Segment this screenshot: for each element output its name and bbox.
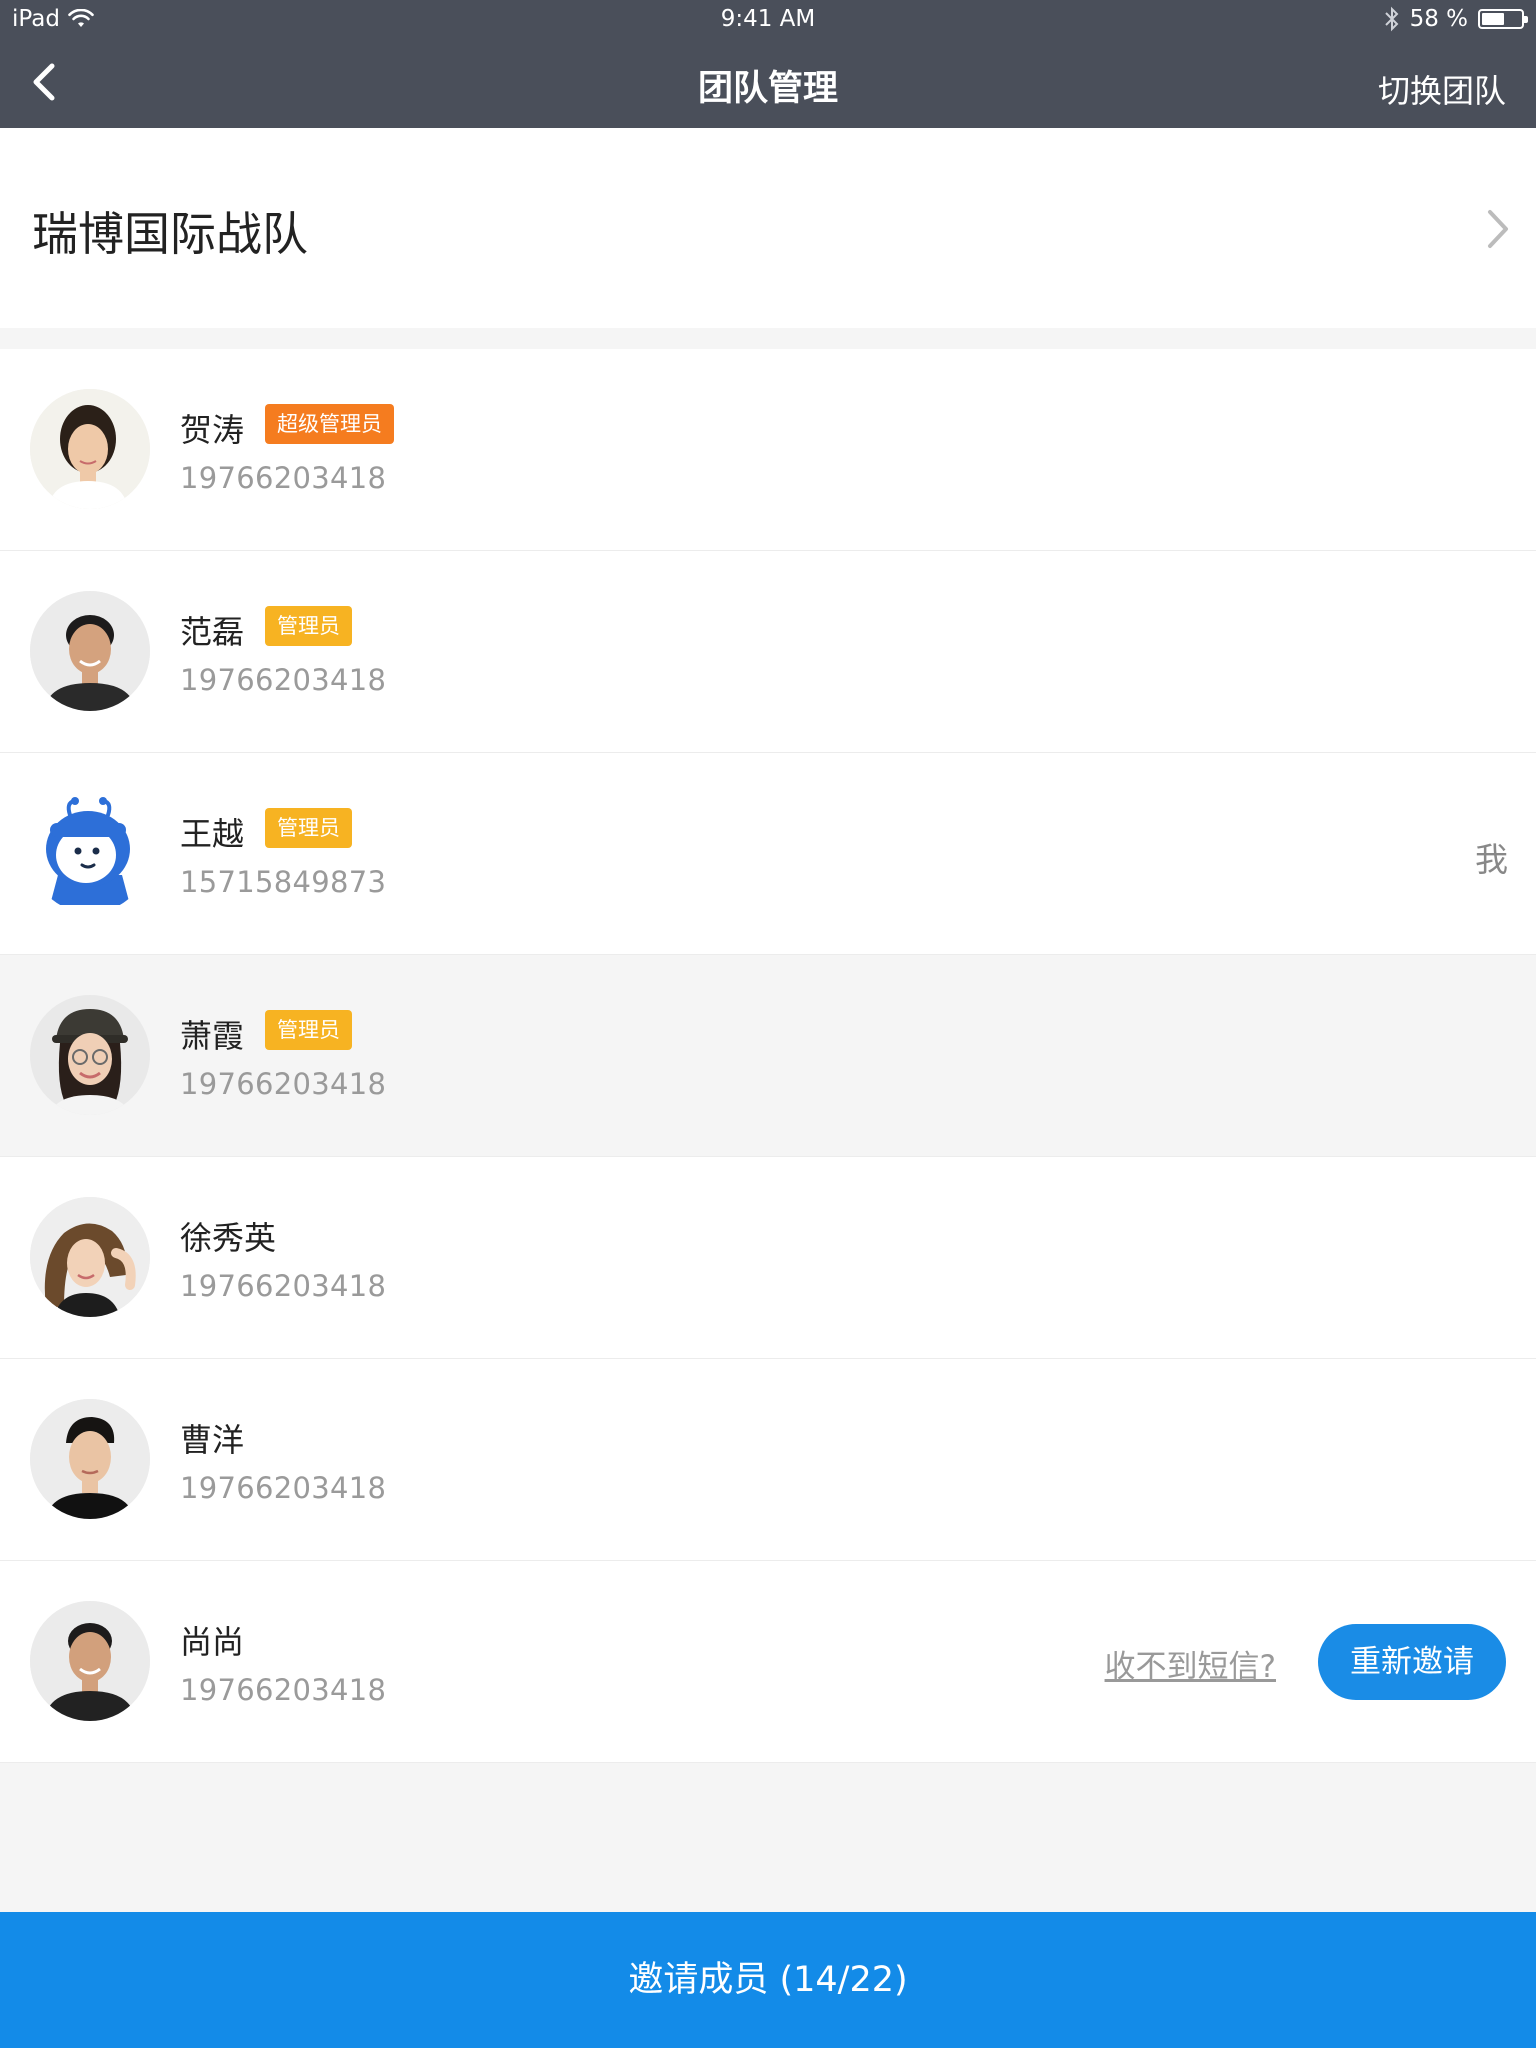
team-name: 瑞博国际战队 <box>32 207 308 261</box>
member-name: 贺涛 <box>180 411 245 449</box>
team-management-screen: iPad 9:41 AM 58 % 团队管理 切换团队 瑞博国际战队 贺涛 超级… <box>0 0 1536 2048</box>
avatar <box>30 793 150 913</box>
back-chevron-icon[interactable] <box>22 58 70 106</box>
nav-bar: 团队管理 切换团队 <box>0 40 1536 128</box>
member-name: 王越 <box>180 815 245 853</box>
reinvite-button[interactable]: 重新邀请 <box>1318 1624 1506 1700</box>
member-row[interactable]: 曹洋 19766203418 <box>0 1359 1536 1561</box>
team-row[interactable]: 瑞博国际战队 <box>0 128 1536 328</box>
bluetooth-icon <box>1384 6 1398 32</box>
battery-percent: 58 % <box>1409 6 1468 32</box>
member-phone: 19766203418 <box>180 461 387 495</box>
member-name: 范磊 <box>180 613 245 651</box>
avatar <box>30 591 150 711</box>
status-time: 9:41 AM <box>720 6 816 32</box>
member-phone: 19766203418 <box>180 1269 387 1303</box>
role-badge: 管理员 <box>265 606 352 646</box>
top-bar: iPad 9:41 AM 58 % 团队管理 切换团队 <box>0 0 1536 128</box>
avatar <box>30 389 150 509</box>
member-row[interactable]: 尚尚 19766203418 收不到短信? 重新邀请 <box>0 1561 1536 1763</box>
member-phone: 19766203418 <box>180 1471 387 1505</box>
member-row[interactable]: 贺涛 超级管理员 19766203418 <box>0 349 1536 551</box>
member-phone: 15715849873 <box>180 865 387 899</box>
member-name: 徐秀英 <box>180 1219 277 1257</box>
member-row[interactable]: 萧霞 管理员 19766203418 <box>0 955 1536 1157</box>
chevron-right-icon <box>1488 210 1508 248</box>
role-badge: 管理员 <box>265 1010 352 1050</box>
me-label: 我 <box>1475 840 1508 879</box>
switch-team-button[interactable]: 切换团队 <box>1378 66 1506 112</box>
member-list: 贺涛 超级管理员 19766203418 范磊 管理员 19766203418 <box>0 349 1536 1763</box>
member-row[interactable]: 王越 管理员 15715849873 我 <box>0 753 1536 955</box>
member-name: 曹洋 <box>180 1421 245 1459</box>
member-row[interactable]: 徐秀英 19766203418 <box>0 1157 1536 1359</box>
avatar <box>30 1197 150 1317</box>
member-name: 尚尚 <box>180 1623 245 1661</box>
member-phone: 19766203418 <box>180 663 387 697</box>
battery-icon <box>1478 9 1528 29</box>
member-phone: 19766203418 <box>180 1673 387 1707</box>
avatar <box>30 1399 150 1519</box>
member-phone: 19766203418 <box>180 1067 387 1101</box>
status-right: 58 % <box>1384 6 1528 32</box>
avatar <box>30 995 150 1115</box>
member-name: 萧霞 <box>180 1017 245 1055</box>
member-row[interactable]: 范磊 管理员 19766203418 <box>0 551 1536 753</box>
page-title: 团队管理 <box>697 69 838 109</box>
role-badge: 超级管理员 <box>265 404 394 444</box>
status-bar: iPad 9:41 AM 58 % <box>0 0 1536 40</box>
role-badge: 管理员 <box>265 808 352 848</box>
invite-members-button[interactable]: 邀请成员 (14/22) <box>0 1912 1536 2048</box>
avatar <box>30 1601 150 1721</box>
sms-not-received-link[interactable]: 收不到短信? <box>1105 1641 1276 1686</box>
